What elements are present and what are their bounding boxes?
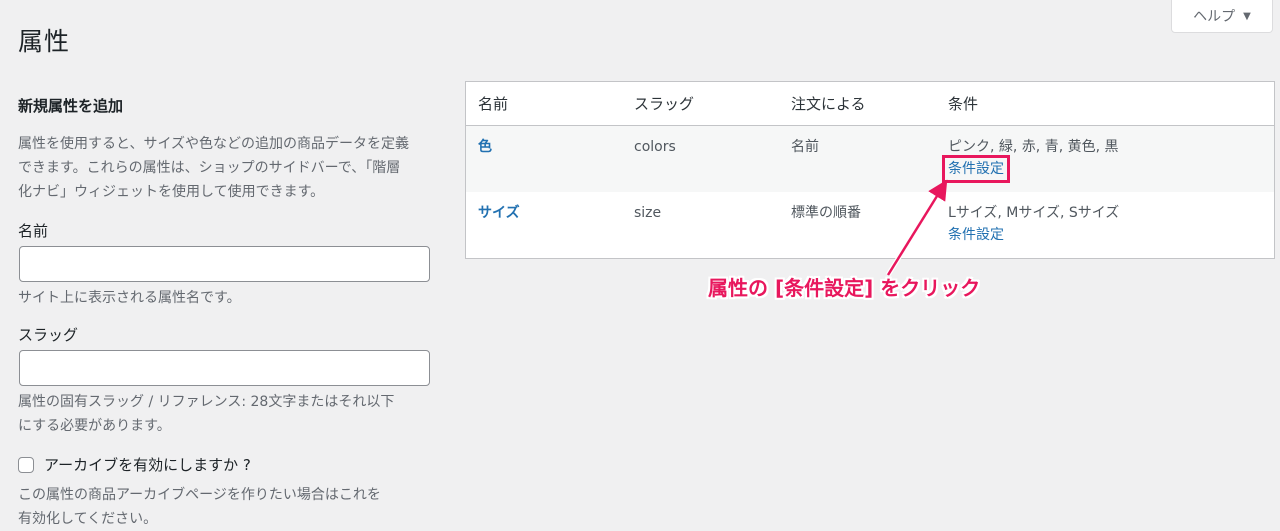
archive-help-line: この属性の商品アーカイブページを作りたい場合はこれを (18, 487, 381, 503)
attribute-slug: size (634, 205, 662, 221)
column-header-order-by: 注文による (779, 81, 936, 126)
attribute-terms: Lサイズ, Mサイズ, Sサイズ (948, 205, 1120, 221)
name-field[interactable] (19, 246, 430, 282)
attribute-name-link[interactable]: サイズ (478, 205, 520, 221)
slug-help-line: 属性の固有スラッグ / リファレンス: 28文字またはそれ以下 (18, 394, 395, 410)
archive-label[interactable]: アーカイブを有効にしますか ? (44, 453, 251, 477)
attribute-terms-cell: Lサイズ, Mサイズ, Sサイズ 条件設定 (936, 192, 1275, 259)
column-header-terms: 条件 (936, 81, 1275, 126)
slug-field-help: 属性の固有スラッグ / リファレンス: 28文字またはそれ以下 にする必要があり… (18, 390, 438, 438)
table-header-row: 名前 スラッグ 注文による 条件 (465, 81, 1275, 126)
attribute-name-link[interactable]: 色 (478, 139, 492, 155)
help-tab-button[interactable]: ヘルプ ▼ (1171, 0, 1273, 33)
archive-option: アーカイブを有効にしますか ? (18, 453, 438, 477)
column-header-name: 名前 (465, 81, 622, 126)
attribute-order-by: 標準の順番 (791, 205, 861, 221)
chevron-down-icon: ▼ (1243, 10, 1251, 22)
form-description-line: 化ナビ」ウィジェットを使用して使用できます。 (18, 184, 325, 200)
column-header-slug: スラッグ (622, 81, 779, 126)
attribute-terms-cell: ピンク, 緑, 赤, 青, 黄色, 黒 条件設定 (936, 125, 1275, 192)
table-row: 色 colors 名前 ピンク, 緑, 赤, 青, 黄色, 黒 条件設定 (465, 125, 1275, 192)
enable-archive-checkbox[interactable] (18, 457, 34, 473)
slug-field-label: スラッグ (18, 326, 79, 344)
name-field-help: サイト上に表示される属性名です。 (18, 290, 241, 306)
configure-terms-link[interactable]: 条件設定 (948, 224, 1004, 246)
annotation-callout: 属性の [条件設定] をクリック (708, 276, 981, 300)
attribute-terms: ピンク, 緑, 赤, 青, 黄色, 黒 (948, 139, 1119, 155)
archive-help: この属性の商品アーカイブページを作りたい場合はこれを 有効化してください。 (18, 483, 438, 531)
attributes-table: 名前 スラッグ 注文による 条件 色 colors 名前 ピンク, 緑, 赤, … (465, 81, 1275, 259)
slug-field[interactable] (19, 350, 430, 386)
archive-help-line: 有効化してください。 (18, 511, 158, 527)
help-label: ヘルプ (1193, 9, 1236, 25)
form-description: 属性を使用すると、サイズや色などの追加の商品データを定義 できます。これらの属性… (18, 132, 438, 204)
attribute-slug: colors (622, 125, 779, 192)
attribute-order-by: 名前 (779, 125, 936, 192)
configure-terms-link[interactable]: 条件設定 (942, 155, 1010, 183)
form-description-line: 属性を使用すると、サイズや色などの追加の商品データを定義 (18, 136, 410, 152)
add-attribute-form: 新規属性を追加 属性を使用すると、サイズや色などの追加の商品データを定義 できま… (18, 92, 438, 531)
name-field-label: 名前 (18, 222, 49, 240)
table-row: サイズ size 標準の順番 Lサイズ, Mサイズ, Sサイズ 条件設定 (466, 192, 1275, 259)
page-title: 属性 (18, 27, 71, 56)
slug-help-line: にする必要があります。 (18, 418, 171, 434)
form-heading: 新規属性を追加 (18, 97, 124, 115)
form-description-line: できます。これらの属性は、ショップのサイドバーで、「階層 (18, 160, 401, 176)
